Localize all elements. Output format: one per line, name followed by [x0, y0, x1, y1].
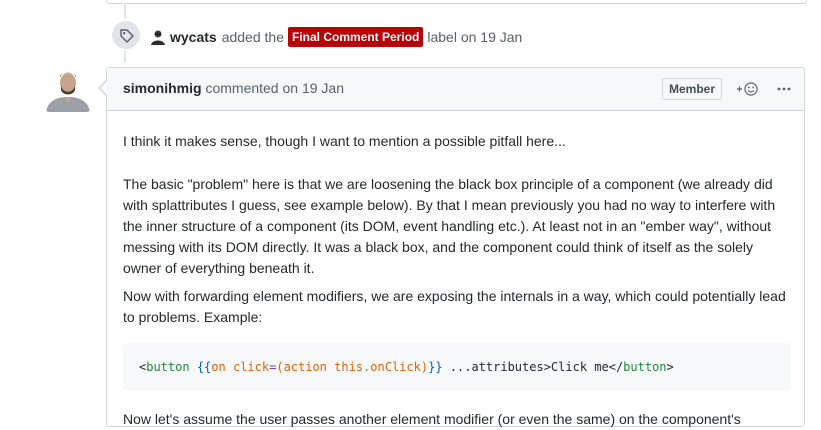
comment-caret-fill [100, 81, 107, 95]
comment-author-line: simonihmig commented on 19 Jan [123, 80, 344, 96]
kebab-horizontal-icon [777, 87, 791, 91]
code-block: <button {{on click=(action this.onClick)… [123, 343, 791, 391]
add-reaction-button[interactable] [735, 79, 765, 99]
code-tag: button [146, 360, 190, 374]
comment-box: simonihmig commented on 19 Jan Member I … [106, 67, 805, 427]
comment-paragraph-2: The basic "problem" here is that we are … [123, 176, 776, 276]
more-options-button[interactable] [773, 79, 795, 99]
code-mustache: }} [428, 360, 443, 374]
code-paren: ) [420, 360, 429, 374]
comment-header: simonihmig commented on 19 Jan Member [107, 68, 804, 111]
code-helper: on [211, 360, 226, 374]
label-event: wycats added the Final Comment Period la… [150, 26, 522, 48]
tag-event-badge [110, 19, 142, 51]
previous-comment-box [106, 0, 807, 4]
code-rest: ...attributes>Click me</ [442, 360, 624, 374]
author-avatar[interactable] [46, 68, 90, 112]
member-badge: Member [662, 78, 723, 100]
comment-paragraph-4: Now let's assume the user passes another… [123, 411, 741, 427]
actor-avatar[interactable] [150, 29, 166, 45]
code-this-ref: this.onClick [334, 360, 421, 374]
event-suffix-text: label on 19 Jan [427, 29, 523, 45]
code-close-tag: button [623, 360, 667, 374]
comment-paragraph-1: I think it makes sense, though I want to… [123, 133, 566, 149]
event-actor-link[interactable]: wycats [170, 29, 217, 45]
tag-icon [120, 29, 134, 43]
comment-paragraph-3: Now with forwarding element modifiers, w… [123, 288, 786, 325]
comment-author-link[interactable]: simonihmig [123, 80, 202, 96]
code-action: action [283, 360, 327, 374]
code-attr: click [232, 360, 270, 374]
smiley-plus-icon [737, 82, 758, 96]
event-action-text: added the [221, 29, 284, 45]
code-mustache: {{ [196, 360, 212, 374]
code-paren: ( [276, 360, 284, 374]
label-badge[interactable]: Final Comment Period [288, 27, 424, 47]
comment-timestamp[interactable]: commented on 19 Jan [205, 80, 344, 96]
code-token: > [666, 360, 674, 374]
